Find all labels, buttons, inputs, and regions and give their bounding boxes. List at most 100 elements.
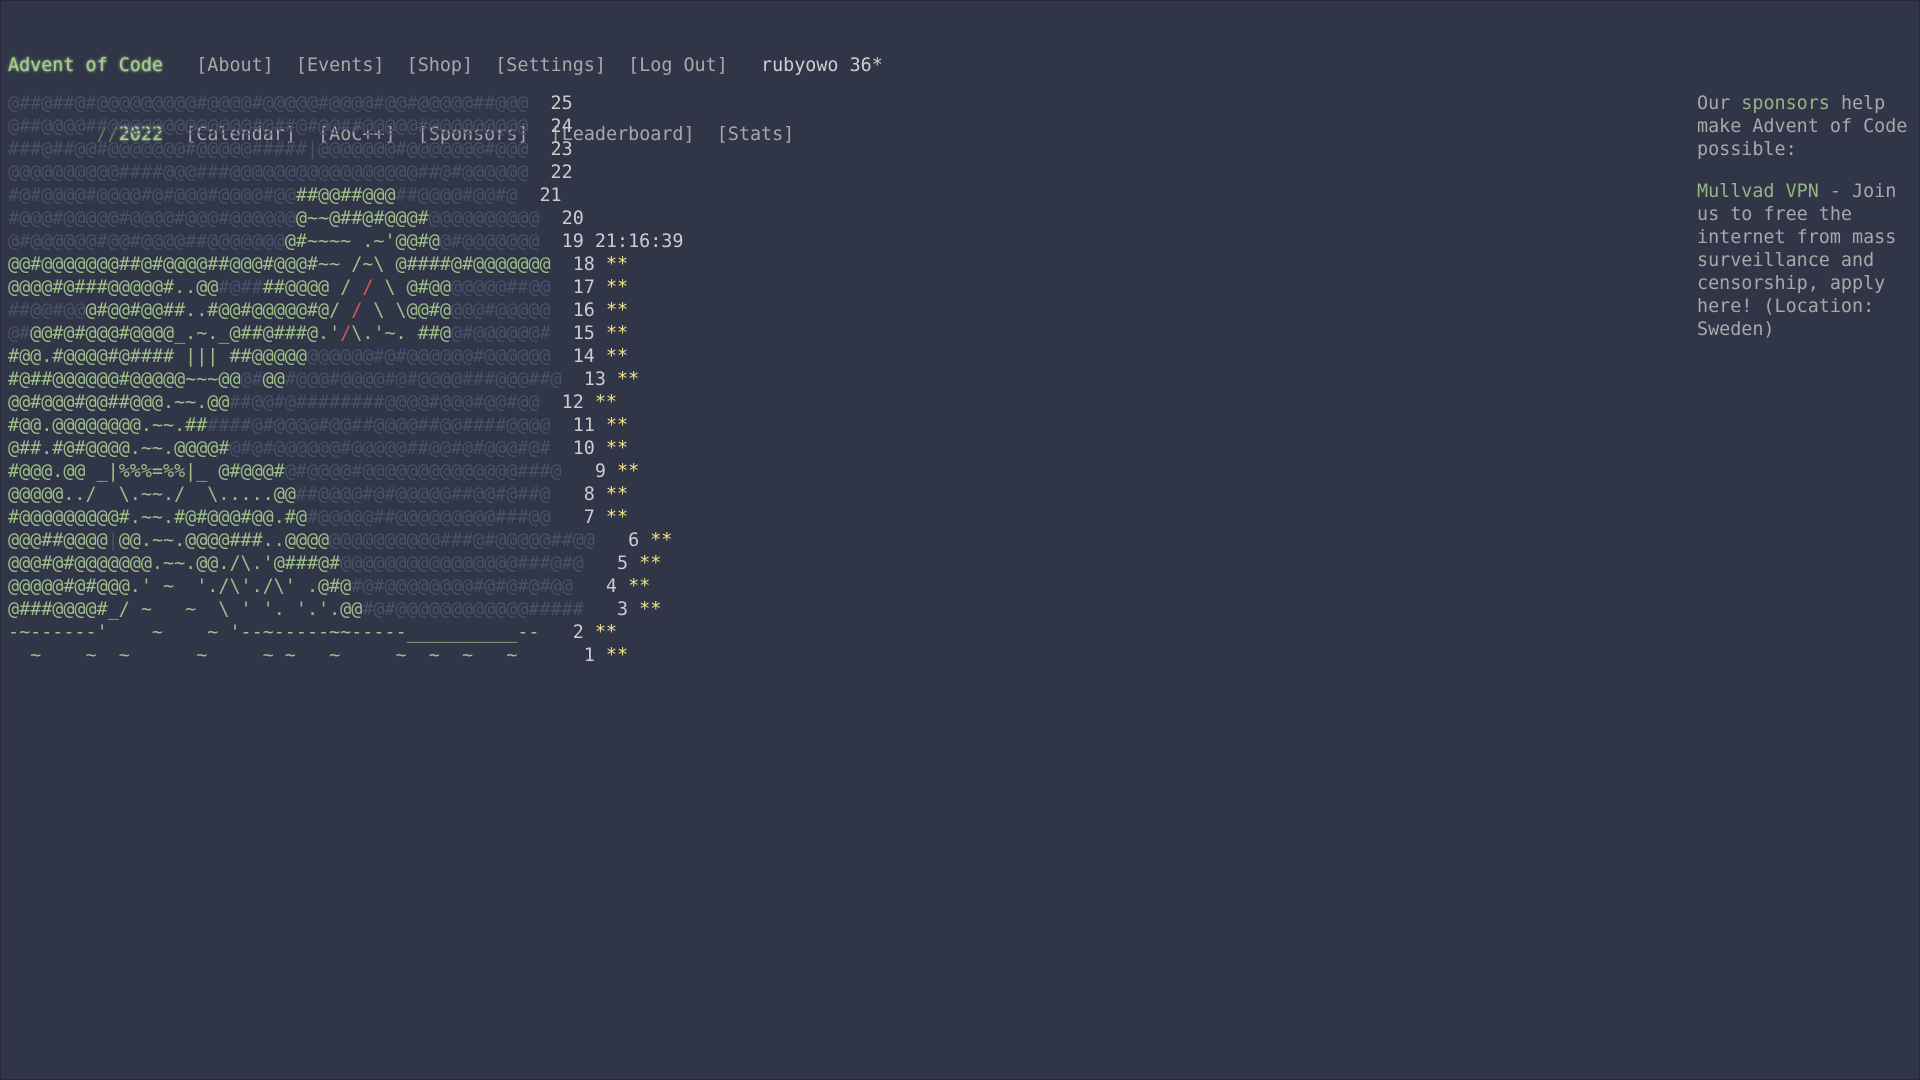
day-number: 22 (550, 162, 573, 183)
day-art: ##@@#@@@#@@#@@##..#@@#@@@@@#@/ / \ \@@#@… (8, 300, 551, 321)
day-number: 3 (616, 599, 629, 620)
calendar-day-16[interactable]: ##@@#@@@#@@#@@##..#@@#@@@@@#@/ / \ \@@#@… (8, 299, 683, 322)
art-segment: @# (240, 369, 263, 390)
site-title-link[interactable]: Advent of Code (8, 55, 163, 76)
calendar-day-19[interactable]: @#@@@@@@#@@#@@@@##@@@@@@@@#~~~~ .~'@@#@@… (8, 230, 683, 253)
day-number: 18 (572, 254, 595, 275)
art-segment: #@## (218, 277, 263, 298)
art-segment: @@@@@@@@@@ (428, 208, 540, 229)
calendar-day-18[interactable]: @@#@@@@@@@##@#@@@@##@@@#@@@#~~ /~\ @####… (8, 253, 683, 276)
art-segment: @@@@@##@@ (450, 277, 551, 298)
art-segment: / (340, 323, 352, 344)
art-segment: @@#@@@#@@##@@@.~~.@@ (8, 392, 230, 413)
day-art: @@@@@@@@@@####@@@###@@@@@@@@@@@@@@@@@##@… (8, 162, 528, 183)
calendar-day-12[interactable]: @@#@@@#@@##@@@.~~.@@##@@#@########@@@@#@… (8, 391, 683, 414)
nav-events-link[interactable]: [Events] (296, 55, 385, 76)
day-stars: ** (605, 323, 629, 344)
art-segment: @@@@@@@@@@###@#@@@@@##@@ (329, 530, 595, 551)
day-art: @@#@@@#@@##@@@.~~.@@##@@#@########@@@@#@… (8, 392, 539, 413)
calendar-day-10[interactable]: @##.#@#@@@@.~~.@@@@#@#@#@@@@@@#@@@@@##@@… (8, 437, 683, 460)
day-stars: ** (605, 438, 629, 459)
nav-shop-link[interactable]: [Shop] (407, 55, 473, 76)
calendar-day-23[interactable]: ###@##@@#@@@@@@@#@@@@@#####|@@@@@@@#@@@@… (8, 138, 683, 161)
art-segment: @@#@#@@@#@@@@_.~._@##@###@.' (30, 323, 341, 344)
calendar-day-6[interactable]: @@@##@@@@|@@.~~.@@@@###..@@@@@@@@@@@@@@#… (8, 529, 683, 552)
art-segment: #@@@@@##@@@@@@@@@###@@ (306, 507, 551, 528)
art-segment: #@@.#@@@@#@#### ||| ##@@@@@ (8, 346, 307, 367)
day-art: @@@@@#@#@@@.' ~ './\'./\' .@#@#@#@@@@@@@… (8, 576, 573, 597)
day-number: 23 (550, 139, 573, 160)
day-art: @@@##@@@@|@@.~~.@@@@###..@@@@@@@@@@@@@@#… (8, 530, 595, 551)
day-number: 7 (583, 507, 595, 528)
day-stars: ** (605, 346, 629, 367)
advent-calendar: @##@##@#@@@@@@@@@#@@@@#@@@@@#@@@@#@@#@@@… (8, 92, 683, 667)
star-count: 36* (849, 55, 883, 76)
day-number: 14 (572, 346, 595, 367)
calendar-day-1[interactable]: ~ ~ ~ ~ ~ ~ ~ ~ ~ ~ ~ 1 ** (8, 644, 683, 667)
day-art: #@##@@@@@@#@@@@@~~~@@@#@@#@@@#@@@@#@#@@@… (8, 369, 562, 390)
day-stars: ** (617, 461, 640, 482)
day-number: 10 (572, 438, 595, 459)
art-segment: @# (8, 323, 31, 344)
art-segment: ##@@@@#@#@@@@@##@@#@##@ (295, 484, 551, 505)
day-stars: ** (605, 415, 629, 436)
day-number: 13 (583, 369, 606, 390)
art-segment: #@#@@@@@@@@@@@@##### (362, 599, 584, 620)
art-segment: @~~@##@#@@@# (295, 208, 429, 229)
calendar-day-8[interactable]: @@@@@../ \.~~./ \.....@@##@@@@#@#@@@@@##… (8, 483, 683, 506)
day-number: 2 (572, 622, 584, 643)
art-segment: #@@@.@@ _|%%%=%%|_ @#@@@# (8, 461, 285, 482)
art-segment: \ \@@#@ (362, 300, 451, 321)
calendar-day-13[interactable]: #@##@@@@@@#@@@@@~~~@@@#@@#@@@#@@@@#@#@@@… (8, 368, 683, 391)
sponsors-link[interactable]: sponsors (1741, 93, 1830, 114)
day-number: 19 (561, 231, 584, 252)
calendar-day-21[interactable]: #@#@@@@#@@@@#@#@@@#@@@@#@@##@@##@@@##@@@… (8, 184, 683, 207)
calendar-day-15[interactable]: @#@@#@#@@@#@@@@_.~._@##@###@.'/\.'~. ##@… (8, 322, 683, 345)
calendar-day-14[interactable]: #@@.#@@@@#@#### ||| ##@@@@@@@@@@@#@#@@@@… (8, 345, 683, 368)
calendar-day-22[interactable]: @@@@@@@@@@####@@@###@@@@@@@@@@@@@@@@@##@… (8, 161, 683, 184)
nav-settings-link[interactable]: [Settings] (495, 55, 606, 76)
day-number: 5 (616, 553, 629, 574)
calendar-day-9[interactable]: #@@@.@@ _|%%%=%%|_ @#@@@#@#@@@@#@@@@@@@@… (8, 460, 683, 483)
art-segment: @##@##@#@@@@@@@@@#@@@@#@@@@@#@@@@#@@#@@@… (8, 93, 529, 114)
sponsor-mullvad-link[interactable]: Mullvad VPN (1697, 181, 1819, 202)
art-segment: @#@@@@@@@ (450, 254, 551, 275)
art-segment: @##.#@#@@@@.~~.@@@@# (8, 438, 230, 459)
art-segment: @@#@@@@@@@##@#@@@@##@@@#@@@#~~ /~\ @#### (8, 254, 451, 275)
calendar-day-5[interactable]: @@@#@#@@@@@@@.~~.@@./\.'@###@#@@@@@@@@@@… (8, 552, 683, 575)
day-number: 25 (550, 93, 573, 114)
day-art: #@@@@@@@@@#.~~.#@#@@@#@@.#@#@@@@@##@@@@@… (8, 507, 551, 528)
art-segment: @#@#@@@@@@#@@@@@##@@#@#@@@#@# (229, 438, 551, 459)
day-number: 16 (572, 300, 595, 321)
calendar-day-20[interactable]: #@@@#@@@@@#@@@@#@@@#@@@@@@@~~@##@#@@@#@@… (8, 207, 683, 230)
art-segment: @@@@@@@@@@####@@@###@@@@@@@@@@@@@@@@@##@… (8, 162, 529, 183)
calendar-day-17[interactable]: @@@@#@###@@@@@#..@@#@####@@@@ / / \ @#@@… (8, 276, 683, 299)
calendar-day-4[interactable]: @@@@@#@#@@@.' ~ './\'./\' .@#@#@#@@@@@@@… (8, 575, 683, 598)
nav-about-link[interactable]: [About] (196, 55, 274, 76)
calendar-day-24[interactable]: @##@@@@##@@@@@@@@@@@@@#@##@#@@##@@@@@#@@… (8, 115, 683, 138)
sponsor-intro: Our sponsors help make Advent of Code po… (1697, 92, 1912, 161)
day-stars: ** (617, 369, 640, 390)
calendar-day-11[interactable]: #@@.@@@@@@@@.~~.######@#@@@@#@@##@@@@##@… (8, 414, 683, 437)
calendar-day-2[interactable]: -~------' ~ ~ '--~-----~~-----__________… (8, 621, 683, 644)
art-segment: | (107, 530, 119, 551)
nav-stats-link[interactable]: [Stats] (717, 124, 795, 145)
art-segment: @#~~~~ .~'@@#@ (284, 231, 440, 252)
day-art: #@@@.@@ _|%%%=%%|_ @#@@@#@#@@@@#@@@@@@@@… (8, 461, 562, 482)
art-segment: #@@@#@@@@@#@@@@#@@@#@@@@@@ (8, 208, 296, 229)
username: rubyowo (761, 55, 839, 76)
art-segment: ##@@#@@ (8, 300, 86, 321)
calendar-day-7[interactable]: #@@@@@@@@@#.~~.#@#@@@#@@.#@#@@@@@##@@@@@… (8, 506, 683, 529)
day-stars: ** (594, 622, 617, 643)
nav-logout-link[interactable]: [Log Out] (628, 55, 728, 76)
day-stars: ** (594, 392, 618, 413)
art-segment: @#@@@@@@# (450, 323, 551, 344)
art-segment: #@@.@@@@@@@@.~~.## (8, 415, 208, 436)
calendar-day-3[interactable]: @###@@@@#_/ ~ ~ \ ' '. '.'.@@#@#@@@@@@@@… (8, 598, 683, 621)
calendar-day-25[interactable]: @##@##@#@@@@@@@@@#@@@@#@@@@@#@@@@#@@#@@@… (8, 92, 683, 115)
art-segment: @@@#@#@@@@@@@.~~.@@./\.'@###@# (8, 553, 341, 574)
day-art: @##@##@#@@@@@@@@@#@@@@#@@@@@#@@@@#@@#@@@… (8, 93, 528, 114)
art-segment: @@@@@@@@@@@@@@@@###@#@ (340, 553, 584, 574)
art-segment: @#@@@@@@#@@#@@@@##@@@@@@@ (8, 231, 285, 252)
day-art: #@@.@@@@@@@@.~~.######@#@@@@#@@##@@@@##@… (8, 415, 551, 436)
